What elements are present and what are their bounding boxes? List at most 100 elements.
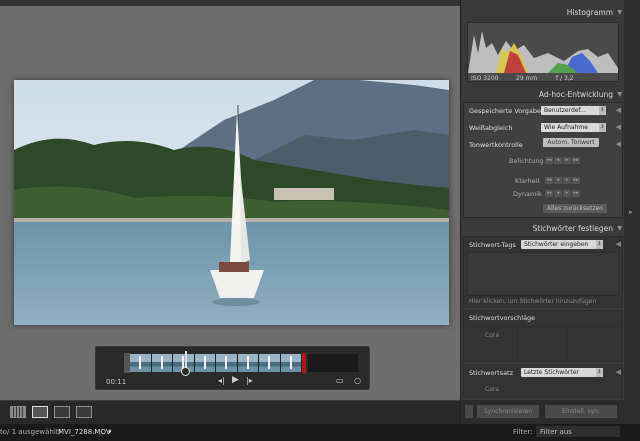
keyword-hint: Hier klicken, um Stichwörter hinzuzufüge… <box>469 298 597 305</box>
survey-view-icon[interactable] <box>76 406 92 418</box>
expand-arrow-icon[interactable]: ◀ <box>616 240 621 248</box>
reset-row: Alles zurücksetzen <box>465 204 619 218</box>
filename-dropdown-icon[interactable]: ▾ <box>108 428 112 436</box>
white-balance-dropdown[interactable]: Wie Aufnahme ⇕ <box>541 123 606 132</box>
film-frame <box>194 354 216 372</box>
increase-large-button[interactable]: ▸▸ <box>572 190 580 197</box>
frame-capture-icon[interactable]: ▭ <box>336 376 344 385</box>
film-frame <box>237 354 259 372</box>
sync-toggle-icon[interactable] <box>465 405 473 418</box>
increase-button[interactable]: ▸ <box>563 177 571 184</box>
keyword-text-area[interactable] <box>467 252 619 296</box>
filter-label: Filter: <box>513 428 533 436</box>
playhead-knob[interactable] <box>181 367 190 376</box>
keywording-header[interactable]: Stichwörter festlegen ▼ <box>461 224 625 236</box>
dropdown-arrow-icon: ⇕ <box>596 240 603 249</box>
suggestions-divider <box>567 326 568 360</box>
viewer-top-bar <box>0 0 460 6</box>
collapse-icon[interactable]: ▼ <box>617 9 622 16</box>
keyword-suggestion[interactable]: Cora <box>485 332 499 339</box>
film-frame <box>216 354 238 372</box>
keyword-set-dropdown[interactable]: Letzte Stichwörter ⇕ <box>521 368 603 377</box>
histogram-title: Histogramm <box>566 8 613 17</box>
white-balance-value: Wie Aufnahme <box>544 124 588 131</box>
quick-develop-header[interactable]: Ad-hoc-Entwicklung ▼ <box>461 90 625 102</box>
clarity-label: Klarheit <box>515 177 541 185</box>
histogram-focal-length: 29 mm <box>516 75 538 82</box>
status-bar: to/ 1 ausgewählt/ MVI_7288.MOV ▾ Filter:… <box>0 424 640 441</box>
tone-control-label: Tonwertkontrolle <box>469 141 523 149</box>
keyword-suggestions-label: Stichwortvorschläge <box>469 314 536 322</box>
dropdown-arrow-icon: ⇕ <box>599 123 606 132</box>
expand-arrow-icon[interactable]: ◀ <box>616 123 621 131</box>
increase-large-button[interactable]: ▸▸ <box>572 177 580 184</box>
filter-dropdown[interactable]: Filter aus <box>536 426 620 437</box>
loupe-view-icon[interactable] <box>32 406 48 418</box>
compare-view-icon[interactable] <box>54 406 70 418</box>
image-viewer: 00:11 ◂| ▶ |▸ ▭ ○ <box>0 0 460 400</box>
exposure-row: Belichtung ◂◂ ◂ ▸ ▸▸ <box>465 154 619 168</box>
panel-toggle-arrow-icon[interactable]: ▸ <box>629 208 633 216</box>
selection-count: to/ 1 ausgewählt/ <box>0 428 61 436</box>
expand-arrow-icon[interactable]: ◀ <box>616 368 621 376</box>
auto-tone-button[interactable]: Autom. Tonwert <box>543 138 599 147</box>
decrease-button[interactable]: ◂ <box>554 177 562 184</box>
bottom-toolbar <box>0 400 460 424</box>
synchronize-button[interactable]: Synchronisieren <box>477 405 539 418</box>
histogram-curve <box>468 31 618 73</box>
histogram-graph[interactable]: ISO 3200 29 mm f / 3,2 <box>467 22 619 82</box>
keyword-set-label: Stichwortsatz <box>469 369 514 377</box>
keyword-tags-value: Stichwörter eingeben <box>524 241 589 248</box>
preset-dropdown[interactable]: Benutzerdef... ⇕ <box>541 106 606 115</box>
video-filmstrip[interactable] <box>130 354 302 372</box>
film-frame <box>259 354 281 372</box>
trim-video-icon[interactable]: ○ <box>354 376 361 385</box>
collapse-icon[interactable]: ▼ <box>617 225 622 232</box>
current-filename[interactable]: MVI_7288.MOV <box>58 428 111 436</box>
reset-all-button[interactable]: Alles zurücksetzen <box>543 204 607 213</box>
decrease-button[interactable]: ◂ <box>554 157 562 164</box>
right-panel: Histogramm ▼ ISO 3200 29 mm f / 3,2 Ad-h… <box>460 0 625 424</box>
video-controller: 00:11 ◂| ▶ |▸ ▭ ○ <box>95 346 370 390</box>
quick-develop-title: Ad-hoc-Entwicklung <box>538 90 613 99</box>
increase-large-button[interactable]: ▸▸ <box>572 157 580 164</box>
expand-arrow-icon[interactable]: ◀ <box>616 106 621 114</box>
suggestions-divider <box>517 326 518 360</box>
keyword-set-value: Letzte Stichwörter <box>524 369 579 376</box>
current-time: 00:11 <box>106 378 127 386</box>
video-preview[interactable] <box>14 80 449 325</box>
sync-settings-button[interactable]: Einstell. syn. <box>545 405 617 418</box>
decrease-large-button[interactable]: ◂◂ <box>545 177 553 184</box>
decrease-button[interactable]: ◂ <box>554 190 562 197</box>
vibrance-label: Dynamik <box>513 190 542 198</box>
increase-button[interactable]: ▸ <box>563 157 571 164</box>
suggestions-divider <box>467 326 619 327</box>
collapse-arrow-icon[interactable]: ◀ <box>616 140 621 148</box>
keyword-set-row: Stichwortsatz Letzte Stichwörter ⇕ ◀ <box>465 366 621 380</box>
right-panel-edge: ▸ <box>624 0 640 424</box>
trim-end-handle[interactable] <box>302 353 306 373</box>
keyword-set-item[interactable]: Cora <box>485 386 499 393</box>
keyword-tags-row: Stichwort-Tags Stichwörter eingeben ⇕ ◀ <box>465 238 621 252</box>
histogram-header[interactable]: Histogramm ▼ <box>461 8 625 20</box>
dropdown-arrow-icon: ⇕ <box>596 368 603 377</box>
decrease-large-button[interactable]: ◂◂ <box>545 190 553 197</box>
previous-frame-icon[interactable]: ◂| <box>218 376 225 385</box>
white-balance-label: Weißabgleich <box>469 124 513 132</box>
preset-label: Gespeicherte Vorgabe <box>469 107 542 115</box>
film-frame <box>280 354 302 372</box>
preset-row: Gespeicherte Vorgabe Benutzerdef... ⇕ ◀ <box>465 104 621 118</box>
next-frame-icon[interactable]: |▸ <box>246 376 253 385</box>
vibrance-row: Dynamik ◂◂ ◂ ▸ ▸▸ <box>465 187 619 201</box>
keyword-tags-label: Stichwort-Tags <box>469 241 516 249</box>
sync-bar: Synchronisieren Einstell. syn. <box>461 400 625 424</box>
decrease-large-button[interactable]: ◂◂ <box>545 157 553 164</box>
play-icon[interactable]: ▶ <box>232 375 239 385</box>
sailboat-photo <box>14 80 449 325</box>
grid-view-icon[interactable] <box>10 406 26 418</box>
collapse-icon[interactable]: ▼ <box>617 91 622 98</box>
increase-button[interactable]: ▸ <box>563 190 571 197</box>
keyword-tags-dropdown[interactable]: Stichwörter eingeben ⇕ <box>521 240 603 249</box>
film-frame <box>130 354 152 372</box>
clarity-steppers: ◂◂ ◂ ▸ ▸▸ <box>545 177 580 184</box>
